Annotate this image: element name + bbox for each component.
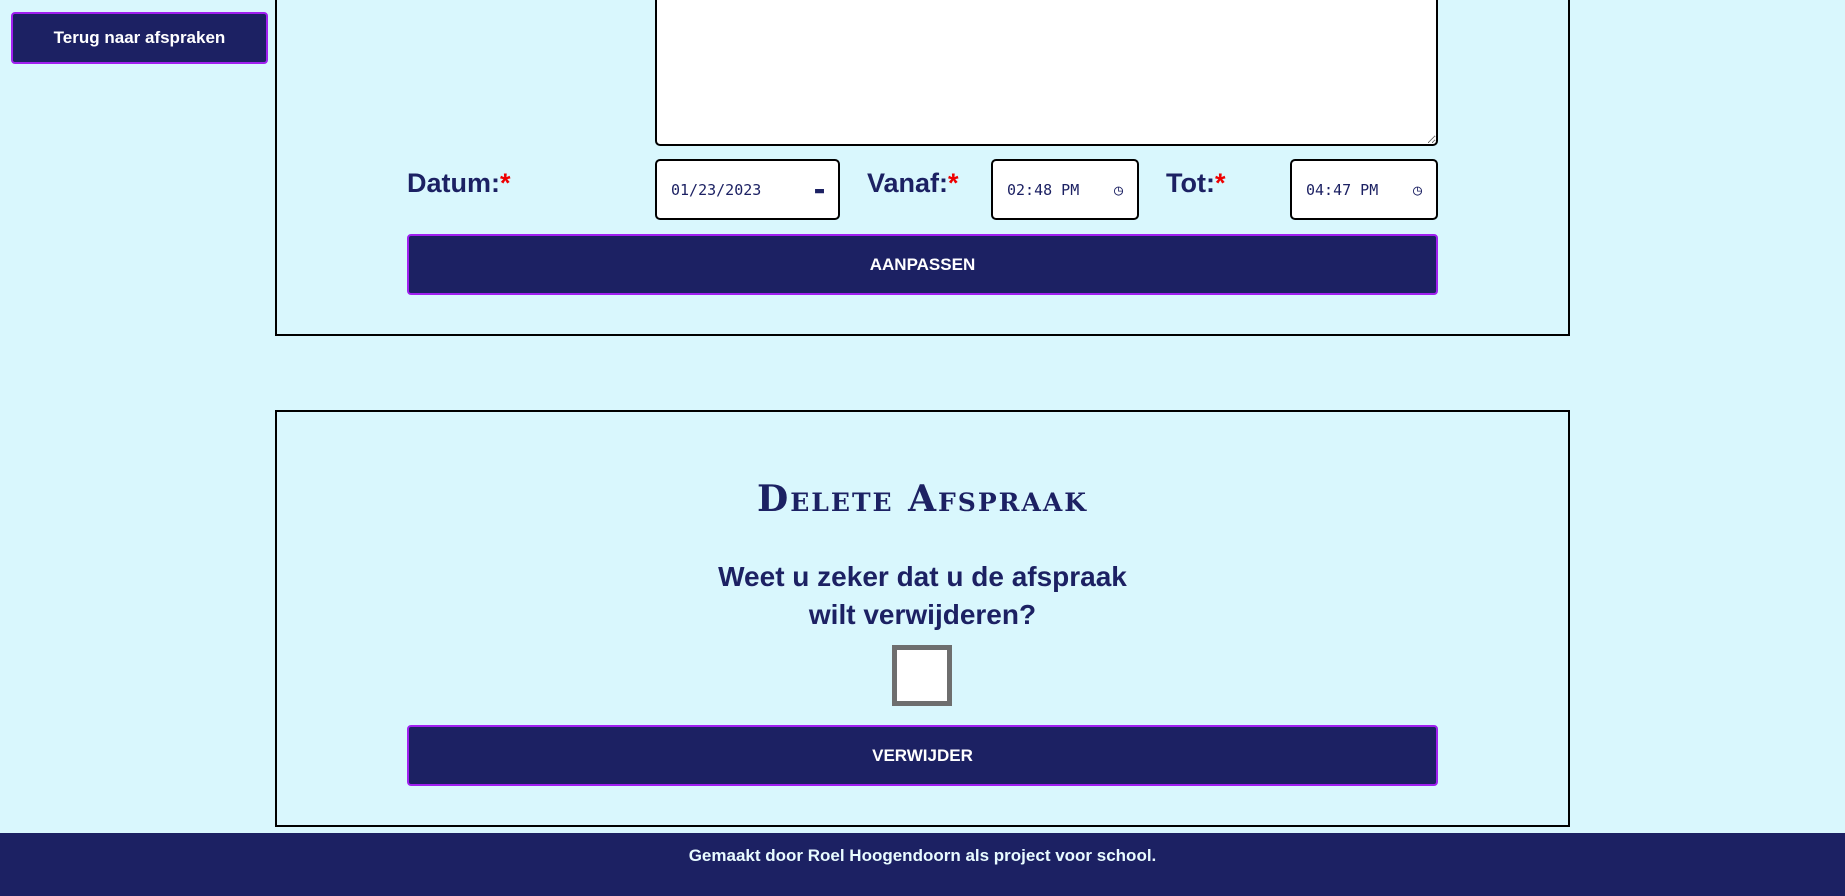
aanpassen-button[interactable]: AANPASSEN [407,234,1438,295]
date-input[interactable]: 01/23/2023 ▬ [655,159,840,220]
question-line-2: wilt verwijderen? [808,599,1037,630]
calendar-icon[interactable]: ▬ [815,181,824,199]
tot-label: Tot:* [1166,168,1226,198]
back-to-appointments-button[interactable]: Terug naar afspraken [11,12,268,64]
footer-text: Gemaakt door Roel Hoogendoorn als projec… [688,846,1157,865]
clock-icon[interactable]: ◷ [1114,181,1123,199]
to-time-input[interactable]: 04:47 PM ◷ [1290,159,1438,220]
description-textarea[interactable] [655,0,1438,146]
delete-question: Weet u zeker dat u de afspraak wilt verw… [275,558,1570,634]
verwijder-button[interactable]: VERWIJDER [407,725,1438,786]
from-time-input[interactable]: 02:48 PM ◷ [991,159,1139,220]
vanaf-label: Vanaf:* [867,168,959,198]
question-line-1: Weet u zeker dat u de afspraak [718,561,1127,592]
datum-label: Datum:* [407,168,511,198]
clock-icon[interactable]: ◷ [1413,181,1422,199]
delete-title: Delete Afspraak [757,478,1088,520]
confirm-delete-checkbox[interactable] [892,645,952,706]
